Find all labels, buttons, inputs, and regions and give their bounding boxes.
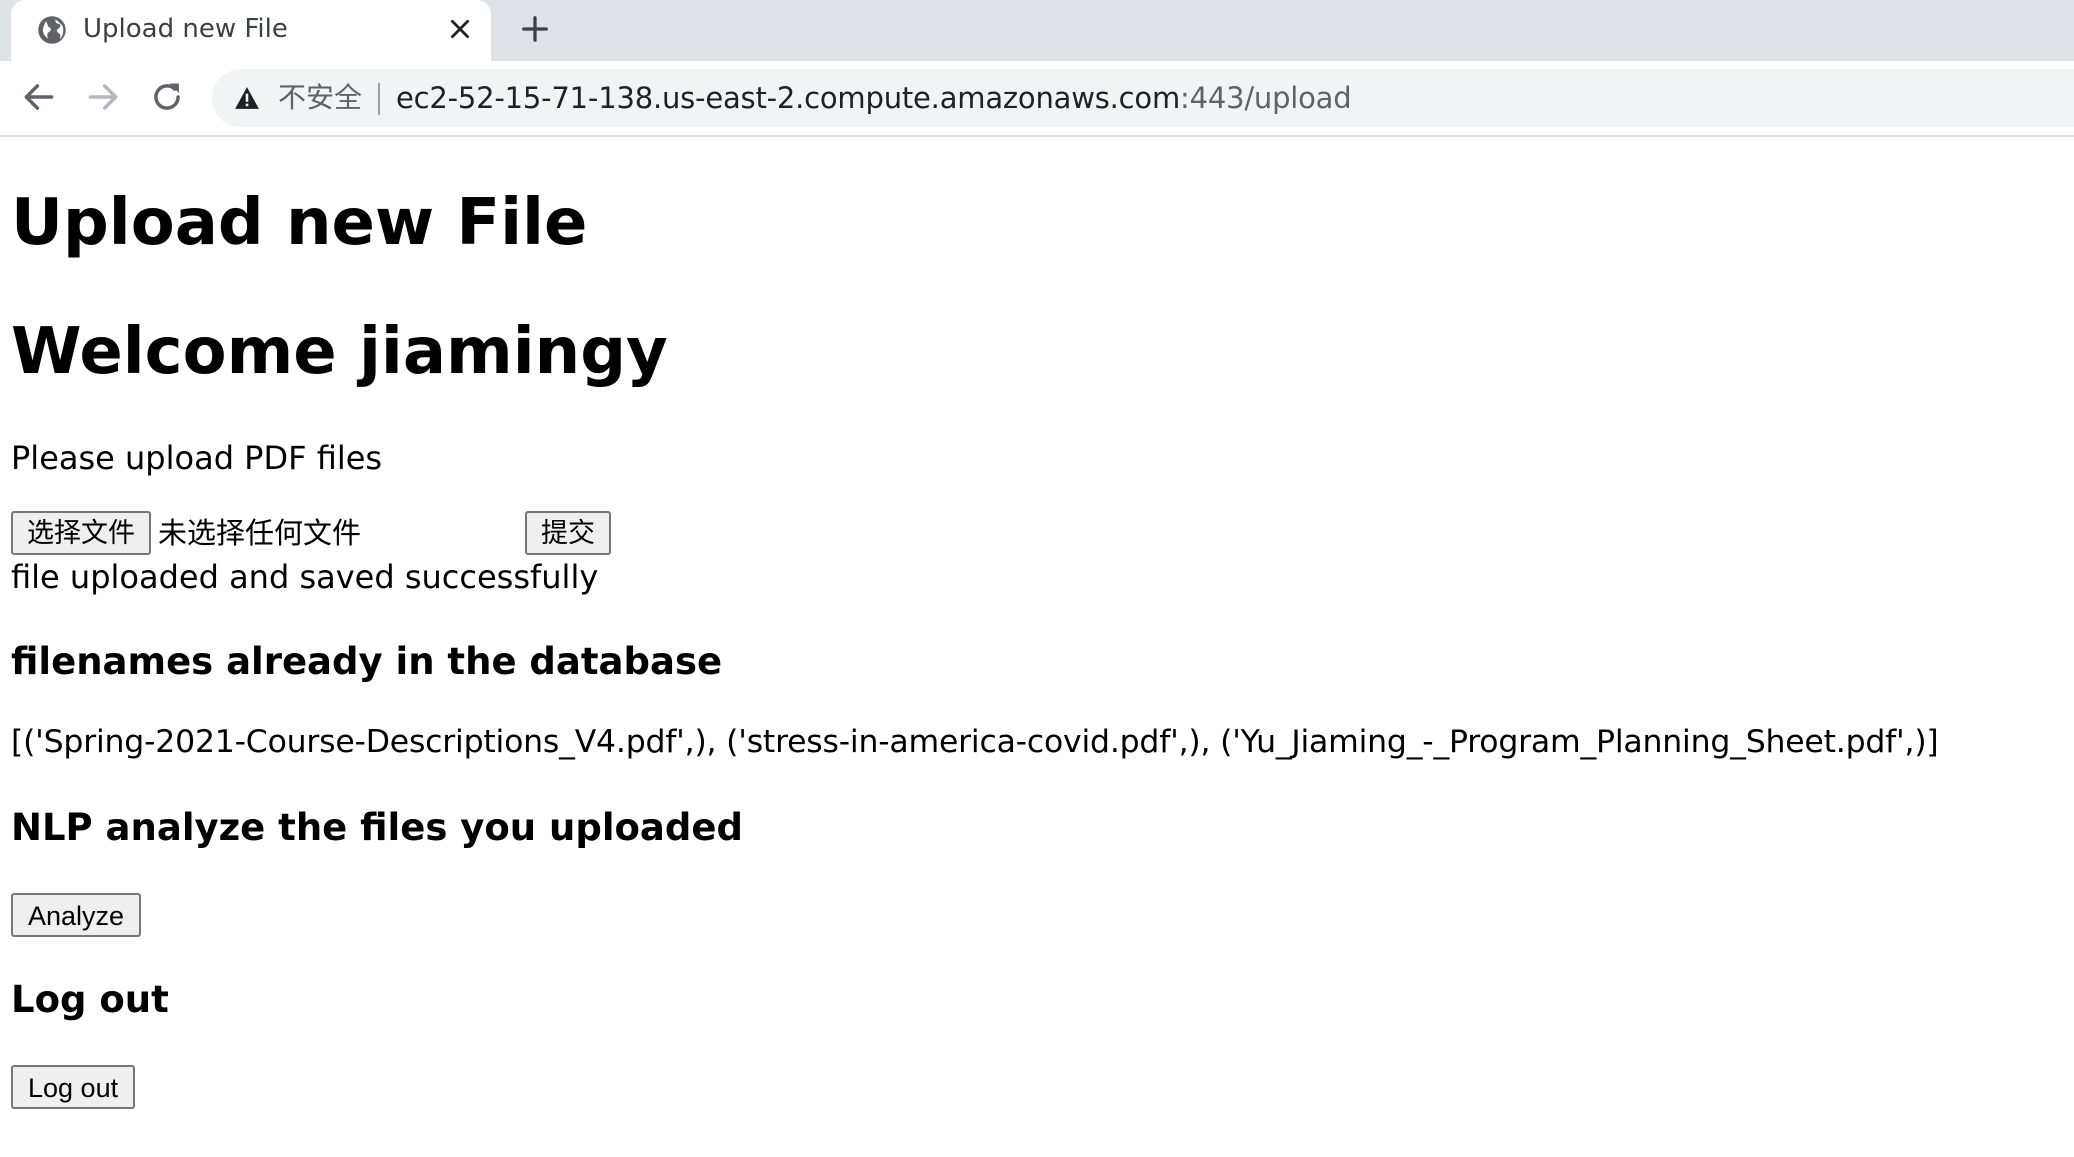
reload-icon[interactable] — [148, 78, 186, 116]
close-icon[interactable] — [447, 16, 473, 42]
url-path: :443/upload — [1180, 81, 1352, 115]
analyze-button[interactable]: Analyze — [11, 893, 142, 937]
page-title: Upload new File — [11, 186, 588, 260]
tab-strip: Upload new File — [0, 0, 2074, 61]
arrow-right-icon[interactable] — [84, 78, 122, 116]
choose-file-button[interactable]: 选择文件 — [11, 511, 151, 555]
welcome-heading: Welcome jiamingy — [11, 315, 668, 389]
file-status: 未选择任何文件 — [158, 516, 362, 550]
page-content: Upload new File Welcome jiamingy Please … — [0, 137, 2074, 1157]
plus-icon[interactable] — [520, 14, 550, 44]
url-text[interactable]: ec2-52-15-71-138.us-east-2.compute.amazo… — [396, 80, 1352, 116]
upload-instruction: Please upload PDF files — [11, 439, 383, 477]
globe-icon — [38, 16, 66, 44]
arrow-left-icon[interactable] — [20, 78, 58, 116]
database-heading: filenames already in the database — [11, 640, 723, 683]
database-filenames: [('Spring-2021-Course-Descriptions_V4.pd… — [11, 724, 1939, 760]
browser-toolbar: 不安全 ec2-52-15-71-138.us-east-2.compute.a… — [0, 61, 2074, 137]
omnibox-divider — [378, 83, 380, 115]
logout-button[interactable]: Log out — [11, 1065, 136, 1109]
warning-triangle-icon[interactable] — [234, 86, 260, 110]
tab-title: Upload new File — [83, 14, 288, 44]
upload-message: file uploaded and saved successfully — [11, 558, 599, 596]
url-host: ec2-52-15-71-138.us-east-2.compute.amazo… — [396, 81, 1180, 115]
submit-button[interactable]: 提交 — [525, 511, 611, 555]
security-label[interactable]: 不安全 — [278, 80, 362, 116]
nlp-heading: NLP analyze the files you uploaded — [11, 806, 743, 849]
address-bar[interactable]: 不安全 ec2-52-15-71-138.us-east-2.compute.a… — [212, 69, 2074, 127]
browser-tab[interactable]: Upload new File — [11, 0, 491, 61]
logout-heading: Log out — [11, 978, 169, 1021]
